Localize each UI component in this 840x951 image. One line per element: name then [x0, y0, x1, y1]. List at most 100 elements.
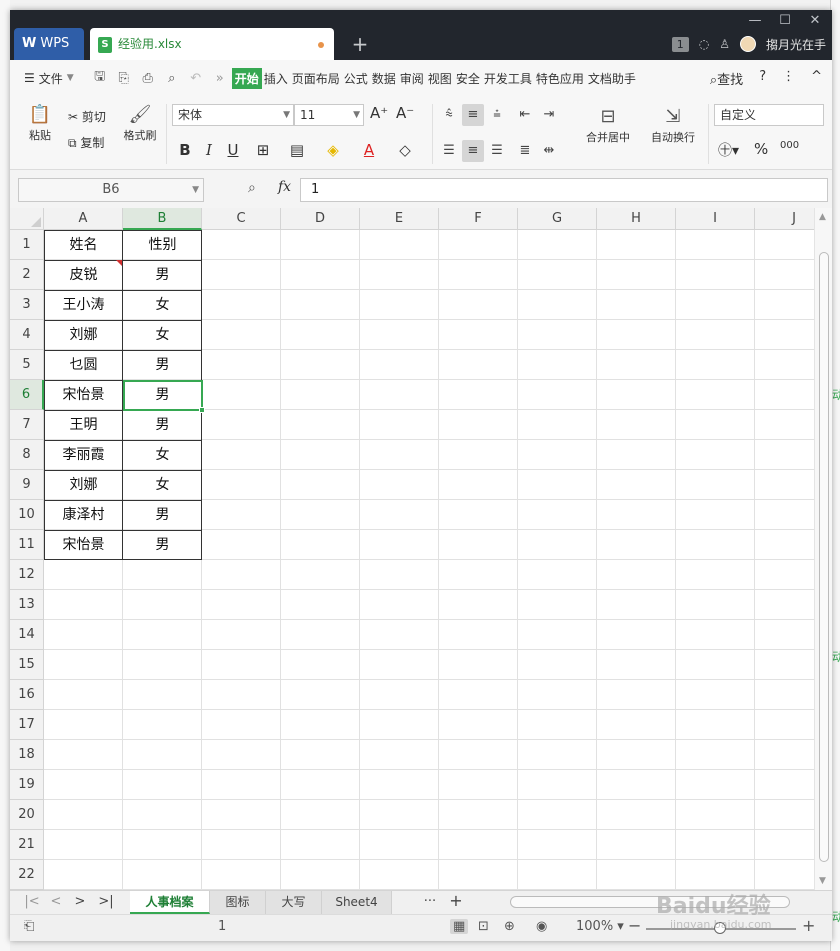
- column-header-c[interactable]: C: [202, 208, 281, 230]
- zoom-level-select[interactable]: 100% ▾: [576, 919, 624, 934]
- row-header-7[interactable]: 7: [10, 410, 44, 440]
- menu-tab-formulas[interactable]: 公式: [342, 70, 370, 87]
- menu-tab-review[interactable]: 审阅: [398, 70, 426, 87]
- merge-center-button[interactable]: ⊟ 合并居中: [576, 106, 640, 145]
- menu-tab-view[interactable]: 视图: [426, 70, 454, 87]
- cell-a9[interactable]: 刘娜: [44, 470, 123, 500]
- more-quick-access-icon[interactable]: »: [208, 71, 232, 86]
- percent-button[interactable]: %: [754, 140, 768, 158]
- print-preview-icon[interactable]: ⌕: [160, 71, 184, 86]
- row-header-9[interactable]: 9: [10, 470, 44, 500]
- comment-indicator-icon[interactable]: [116, 260, 122, 266]
- shrink-font-button[interactable]: A⁻: [396, 104, 414, 122]
- export-icon[interactable]: ⎘: [112, 71, 136, 86]
- align-left-icon[interactable]: ☰: [438, 140, 460, 162]
- tab-document[interactable]: S 经验用.xlsx: [90, 28, 334, 60]
- first-sheet-icon[interactable]: |<: [22, 894, 42, 909]
- scroll-down-icon[interactable]: ▼: [819, 876, 826, 886]
- page-break-view-icon[interactable]: ⊡: [478, 919, 489, 934]
- vertical-scroll-thumb[interactable]: [819, 252, 829, 862]
- currency-icon[interactable]: ㊉▾: [718, 140, 739, 160]
- row-header-4[interactable]: 4: [10, 320, 44, 350]
- cell-b4[interactable]: 女: [123, 320, 202, 350]
- menu-tab-page-layout[interactable]: 页面布局: [290, 70, 342, 87]
- paste-button[interactable]: 📋 粘贴: [20, 104, 60, 143]
- column-header-f[interactable]: F: [439, 208, 518, 230]
- align-right-icon[interactable]: ☰: [486, 140, 508, 162]
- column-header-j[interactable]: J: [755, 208, 814, 230]
- increase-indent-icon[interactable]: ⇥: [538, 104, 560, 126]
- cell-a8[interactable]: 李丽霞: [44, 440, 123, 470]
- cell-a2[interactable]: 皮锐: [44, 260, 123, 290]
- scroll-up-icon[interactable]: ▲: [819, 212, 826, 222]
- align-center-icon[interactable]: ≡: [462, 140, 484, 162]
- row-header-6[interactable]: 6: [10, 380, 44, 410]
- menu-tab-developer[interactable]: 开发工具: [482, 70, 534, 87]
- cell-b5[interactable]: 男: [123, 350, 202, 380]
- insert-function-button[interactable]: fx: [278, 179, 291, 195]
- sheet-tab-sheet4[interactable]: Sheet4: [322, 891, 392, 914]
- column-header-e[interactable]: E: [360, 208, 439, 230]
- row-header-20[interactable]: 20: [10, 800, 44, 830]
- cell-b7[interactable]: 男: [123, 410, 202, 440]
- menu-tab-home[interactable]: 开始: [231, 67, 262, 89]
- cell-a7[interactable]: 王明: [44, 410, 123, 440]
- row-header-1[interactable]: 1: [10, 230, 44, 260]
- row-header-14[interactable]: 14: [10, 620, 44, 650]
- thousands-button[interactable]: 000: [780, 140, 799, 151]
- column-header-h[interactable]: H: [597, 208, 676, 230]
- menu-tab-security[interactable]: 安全: [454, 70, 482, 87]
- format-painter-button[interactable]: 🖌 格式刷: [118, 104, 162, 143]
- undo-icon[interactable]: ↶: [184, 71, 208, 86]
- row-header-10[interactable]: 10: [10, 500, 44, 530]
- row-header-13[interactable]: 13: [10, 590, 44, 620]
- row-header-5[interactable]: 5: [10, 350, 44, 380]
- column-header-a[interactable]: A: [44, 208, 123, 230]
- worksheet-grid[interactable]: ABCDEFGHIJ 1 2 3 4 5 6 7 8 9 10 11 12 13 14 15 16 17 18 19…: [10, 208, 814, 890]
- cell-b10[interactable]: 男: [123, 500, 202, 530]
- underline-button[interactable]: U: [222, 141, 244, 159]
- menu-tab-data[interactable]: 数据: [370, 70, 398, 87]
- column-header-b[interactable]: B: [123, 208, 202, 230]
- cell-b9[interactable]: 女: [123, 470, 202, 500]
- column-header-g[interactable]: G: [518, 208, 597, 230]
- window-count-badge[interactable]: 1: [671, 36, 689, 52]
- font-size-select[interactable]: 11 ▼: [294, 104, 364, 126]
- cell-b8[interactable]: 女: [123, 440, 202, 470]
- eye-protection-icon[interactable]: ◉: [536, 919, 547, 934]
- macro-record-icon[interactable]: ⎗: [24, 919, 34, 934]
- cell-a4[interactable]: 刘娜: [44, 320, 123, 350]
- cell-a10[interactable]: 康泽村: [44, 500, 123, 530]
- next-sheet-icon[interactable]: >: [70, 894, 90, 909]
- select-all-corner[interactable]: [10, 208, 44, 230]
- menu-tab-special[interactable]: 特色应用: [534, 70, 586, 87]
- print-icon[interactable]: ⎙: [136, 71, 160, 86]
- cell-b1[interactable]: 性别: [123, 230, 202, 260]
- tab-wps-home[interactable]: W WPS: [14, 28, 84, 60]
- add-sheet-button[interactable]: +: [446, 891, 466, 910]
- align-top-icon[interactable]: ⩯: [438, 104, 460, 126]
- fill-handle[interactable]: [199, 407, 205, 413]
- cell-b11[interactable]: 男: [123, 530, 202, 560]
- row-header-8[interactable]: 8: [10, 440, 44, 470]
- fill-pattern-icon[interactable]: ▤: [286, 141, 308, 159]
- border-icon[interactable]: ⊞: [252, 141, 274, 159]
- shirt-icon[interactable]: ♙: [719, 37, 730, 51]
- new-tab-button[interactable]: +: [346, 30, 374, 58]
- column-header-d[interactable]: D: [281, 208, 360, 230]
- wrap-text-button[interactable]: ⇲ 自动换行: [646, 106, 700, 145]
- cell-a5[interactable]: 乜圆: [44, 350, 123, 380]
- row-header-17[interactable]: 17: [10, 710, 44, 740]
- copy-button[interactable]: ⧉ 复制: [68, 134, 104, 151]
- decrease-indent-icon[interactable]: ⇤: [514, 104, 536, 126]
- more-sheets-icon[interactable]: ···: [420, 894, 440, 909]
- column-header-i[interactable]: I: [676, 208, 755, 230]
- menu-tab-insert[interactable]: 插入: [262, 70, 290, 87]
- cell-a11[interactable]: 宋怡景: [44, 530, 123, 560]
- sheet-tab-icons[interactable]: 图标: [210, 891, 266, 914]
- more-icon[interactable]: ⋮: [782, 69, 795, 88]
- row-header-15[interactable]: 15: [10, 650, 44, 680]
- search-button[interactable]: ⌕查找: [710, 69, 743, 88]
- font-name-select[interactable]: 宋体 ▼: [172, 104, 294, 126]
- reading-mode-icon[interactable]: ⊕: [504, 919, 515, 934]
